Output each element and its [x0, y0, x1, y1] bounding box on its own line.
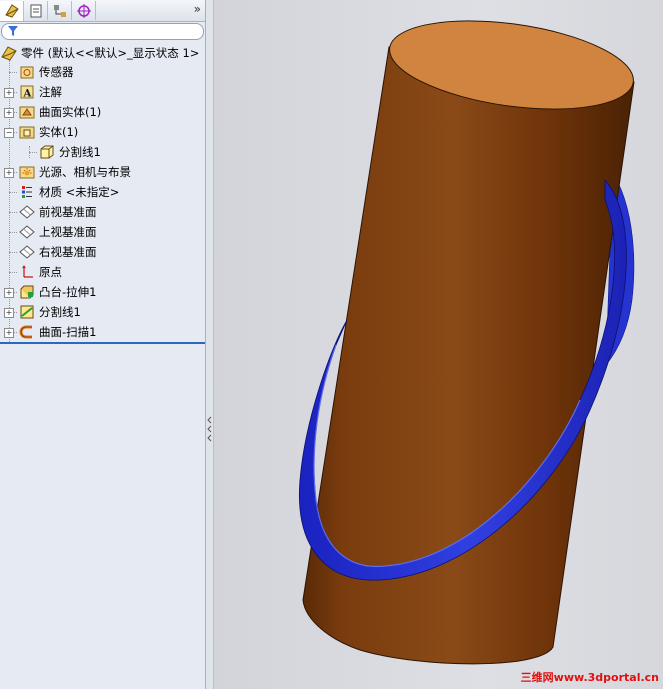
tree-root[interactable]: 零件 (默认<<默认>_显示状态 1> — [1, 43, 199, 63]
expand-toggle[interactable]: + — [4, 288, 14, 298]
tree-item-extrude[interactable]: 凸台-拉伸1 — [19, 282, 96, 302]
more-tabs-button[interactable]: » — [194, 2, 201, 16]
crosshair-icon — [76, 3, 91, 18]
svg-text:A: A — [23, 89, 32, 100]
material-icon — [22, 186, 32, 198]
solid-bodies-icon — [19, 126, 35, 139]
origin-icon — [22, 265, 33, 278]
extrude-icon — [20, 285, 34, 299]
expand-toggle[interactable]: + — [4, 88, 14, 98]
tab-property-manager[interactable] — [24, 1, 48, 20]
collapse-toggle[interactable]: − — [4, 128, 14, 138]
part-icon — [1, 46, 17, 61]
tab-configuration-manager[interactable] — [48, 1, 72, 20]
lights-cameras-icon — [19, 166, 35, 179]
tree-item-label: 前视基准面 — [39, 205, 97, 219]
tree-item-label: 凸台-拉伸1 — [39, 285, 97, 299]
tree-item-sensors[interactable]: 传感器 — [19, 62, 74, 82]
tree-item-lights-cameras[interactable]: 光源、相机与布景 — [19, 162, 131, 182]
body-icon — [40, 145, 54, 159]
sensor-icon — [20, 66, 34, 79]
tree-item-label: 上视基准面 — [39, 225, 97, 239]
tree-item-label: 曲面实体(1) — [39, 105, 102, 119]
tree-item-label: 分割线1 — [59, 145, 101, 159]
tree-item-label: 材质 <未指定> — [39, 185, 120, 199]
panel-splitter[interactable] — [206, 0, 214, 689]
tree-item-label: 右视基准面 — [39, 245, 97, 259]
tree-item-label: 光源、相机与布景 — [39, 165, 131, 179]
plane-icon — [19, 205, 35, 219]
filter-icon — [8, 26, 18, 36]
tree-item-label: 分割线1 — [39, 305, 81, 319]
filter-input[interactable] — [1, 23, 204, 40]
watermark: 三维网www.3dportal.cn — [520, 671, 659, 684]
tree-root-label: 零件 (默认<<默认>_显示状态 1> — [21, 46, 200, 60]
feature-manager-icon — [4, 4, 19, 18]
tree-item-top-plane[interactable]: 上视基准面 — [19, 222, 97, 242]
tree-item-right-plane[interactable]: 右视基准面 — [19, 242, 97, 262]
property-manager-icon — [30, 4, 41, 17]
annotation-icon: A — [20, 85, 34, 100]
rollback-bar[interactable] — [0, 342, 205, 344]
splitter-grip-icon[interactable] — [207, 414, 213, 444]
plane-icon — [19, 225, 35, 239]
filter-bar — [0, 22, 205, 41]
expand-toggle[interactable]: + — [4, 108, 14, 118]
tree-item-label: 实体(1) — [39, 125, 79, 139]
tab-dim-xpert-manager[interactable] — [72, 1, 96, 20]
tree-item-annotations[interactable]: A 注解 — [19, 82, 62, 102]
tree-item-origin[interactable]: 原点 — [19, 262, 62, 282]
tree-item-label: 传感器 — [39, 65, 74, 79]
panel-tabs: » — [0, 0, 205, 22]
model-view[interactable] — [214, 0, 663, 689]
split-line-icon — [20, 305, 34, 319]
tree-item-label: 原点 — [39, 265, 62, 279]
tab-feature-manager[interactable] — [0, 1, 24, 21]
tree-item-split-line[interactable]: 分割线1 — [19, 302, 81, 322]
expand-toggle[interactable]: + — [4, 168, 14, 178]
tree-item-label: 曲面-扫描1 — [39, 325, 97, 339]
tree-item-front-plane[interactable]: 前视基准面 — [19, 202, 97, 222]
tree-item-solid-bodies[interactable]: 实体(1) — [19, 122, 78, 142]
configuration-manager-icon — [53, 4, 66, 17]
graphics-viewport[interactable]: 三维网www.3dportal.cn — [214, 0, 663, 689]
tree-item-body[interactable]: 分割线1 — [39, 142, 101, 162]
surface-bodies-icon — [19, 106, 35, 119]
tree-item-label: 注解 — [39, 85, 62, 99]
feature-manager-panel: » 零件 (默认<<默认>_显示状态 1> 传感器 + A 注解 + 曲面实体(… — [0, 0, 206, 689]
tree-item-sweep-surface[interactable]: 曲面-扫描1 — [19, 322, 96, 342]
expand-toggle[interactable]: + — [4, 308, 14, 318]
expand-toggle[interactable]: + — [4, 328, 14, 338]
tree-item-material[interactable]: 材质 <未指定> — [19, 182, 119, 202]
tree-item-surface-bodies[interactable]: 曲面实体(1) — [19, 102, 101, 122]
sweep-surface-icon — [19, 325, 32, 339]
plane-icon — [19, 245, 35, 259]
